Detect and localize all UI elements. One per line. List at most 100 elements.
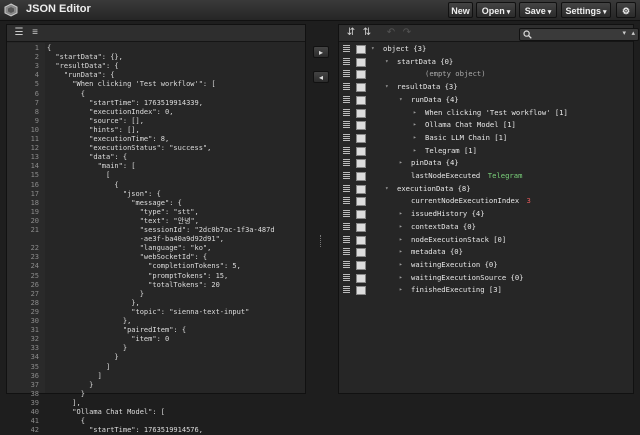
- drag-handle-icon[interactable]: [343, 57, 350, 66]
- collapsed-caret-icon[interactable]: ▸: [413, 107, 417, 119]
- collapsed-caret-icon[interactable]: ▸: [413, 132, 417, 144]
- redo-icon[interactable]: ↷: [401, 27, 413, 39]
- field-name[interactable]: Ollama Chat Model [1]: [425, 119, 516, 131]
- context-menu-icon[interactable]: [356, 159, 366, 169]
- context-menu-icon[interactable]: [356, 57, 366, 67]
- field-name[interactable]: runData {4}: [411, 94, 459, 106]
- field-name[interactable]: contextData {0}: [411, 221, 476, 233]
- field-name[interactable]: currentNodeExecutionIndex: [411, 195, 519, 207]
- expanded-caret-icon[interactable]: ▾: [385, 56, 389, 68]
- context-menu-icon[interactable]: [356, 222, 366, 232]
- tree-row[interactable]: currentNodeExecutionIndex 3: [339, 195, 633, 207]
- search-input[interactable]: ▾ ▴: [519, 28, 639, 41]
- context-menu-icon[interactable]: [356, 273, 366, 283]
- tree-row[interactable]: ▸ pinData {4}: [339, 157, 633, 169]
- tree-row[interactable]: ▸ Basic LLM Chain [1]: [339, 132, 633, 144]
- copy-to-code-button[interactable]: ◂: [313, 71, 329, 83]
- context-menu-icon[interactable]: [356, 210, 366, 220]
- tree-row[interactable]: ▸ metadata {0}: [339, 246, 633, 258]
- field-name[interactable]: waitingExecution {0}: [411, 259, 498, 271]
- search-next-icon[interactable]: ▴: [631, 29, 635, 37]
- tree-row[interactable]: ▸ nodeExecutionStack [0]: [339, 234, 633, 246]
- context-menu-icon[interactable]: [356, 248, 366, 258]
- field-name[interactable]: When clicking 'Test workflow' [1]: [425, 107, 568, 119]
- tree-row[interactable]: lastNodeExecuted Telegram: [339, 170, 633, 182]
- drag-handle-icon[interactable]: [343, 273, 350, 282]
- context-menu-icon[interactable]: [356, 108, 366, 118]
- tree-row[interactable]: ▸ When clicking 'Test workflow' [1]: [339, 107, 633, 119]
- context-menu-icon[interactable]: [356, 45, 366, 54]
- field-name[interactable]: lastNodeExecuted: [411, 170, 480, 182]
- collapse-all-icon[interactable]: ⇅: [361, 27, 373, 39]
- expand-all-icon[interactable]: ⇵: [345, 27, 357, 39]
- collapsed-caret-icon[interactable]: ▸: [413, 145, 417, 157]
- tree-row[interactable]: ▾ resultData {3}: [339, 81, 633, 93]
- collapsed-caret-icon[interactable]: ▸: [399, 284, 403, 296]
- context-menu-icon[interactable]: [356, 146, 366, 156]
- collapsed-caret-icon[interactable]: ▸: [399, 157, 403, 169]
- field-value[interactable]: 3: [527, 195, 531, 207]
- field-name[interactable]: object {3}: [383, 43, 426, 55]
- context-menu-icon[interactable]: [356, 133, 366, 143]
- drag-handle-icon[interactable]: [343, 45, 350, 53]
- tree-row[interactable]: ▾ executionData {8}: [339, 183, 633, 195]
- field-name[interactable]: metadata {0}: [411, 246, 463, 258]
- collapsed-caret-icon[interactable]: ▸: [399, 246, 403, 258]
- format-icon[interactable]: ☰: [13, 27, 25, 39]
- field-name[interactable]: issuedHistory {4}: [411, 208, 485, 220]
- tree-row[interactable]: (empty object): [339, 68, 633, 80]
- context-menu-icon[interactable]: [356, 184, 366, 194]
- context-menu-icon[interactable]: [356, 286, 366, 296]
- tree-row[interactable]: ▾ runData {4}: [339, 94, 633, 106]
- field-name[interactable]: resultData {3}: [397, 81, 458, 93]
- collapsed-caret-icon[interactable]: ▸: [413, 119, 417, 131]
- drag-handle-icon[interactable]: [343, 159, 350, 168]
- field-name[interactable]: waitingExecutionSource {0}: [411, 272, 524, 284]
- tree-row[interactable]: ▸ Telegram [1]: [339, 145, 633, 157]
- drag-handle-icon[interactable]: [343, 172, 350, 180]
- drag-handle-icon[interactable]: [343, 83, 350, 92]
- search-prev-icon[interactable]: ▾: [622, 29, 626, 37]
- tree-row[interactable]: ▸ waitingExecutionSource {0}: [339, 272, 633, 284]
- collapsed-caret-icon[interactable]: ▸: [399, 208, 403, 220]
- context-menu-icon[interactable]: [356, 83, 366, 93]
- field-name[interactable]: finishedExecuting [3]: [411, 284, 502, 296]
- drag-handle-icon[interactable]: [343, 197, 350, 206]
- field-name[interactable]: pinData {4}: [411, 157, 459, 169]
- drag-handle-icon[interactable]: [343, 108, 350, 117]
- drag-handle-icon[interactable]: [343, 260, 350, 269]
- expanded-caret-icon[interactable]: ▾: [385, 183, 389, 195]
- undo-icon[interactable]: ↶: [385, 27, 397, 39]
- drag-handle-icon[interactable]: [343, 210, 350, 219]
- collapsed-caret-icon[interactable]: ▸: [399, 234, 403, 246]
- copy-to-tree-button[interactable]: ▸: [313, 46, 329, 58]
- field-name[interactable]: startData {0}: [397, 56, 453, 68]
- collapsed-caret-icon[interactable]: ▸: [399, 272, 403, 284]
- context-menu-icon[interactable]: [356, 197, 366, 207]
- drag-handle-icon[interactable]: [343, 248, 350, 257]
- drag-handle-icon[interactable]: [343, 184, 350, 193]
- expanded-caret-icon[interactable]: ▾: [385, 81, 389, 93]
- tree-row[interactable]: ▾ startData {0}: [339, 56, 633, 68]
- field-name[interactable]: Basic LLM Chain [1]: [425, 132, 507, 144]
- tree-row[interactable]: ▸ waitingExecution {0}: [339, 259, 633, 271]
- drag-handle-icon[interactable]: [343, 235, 350, 244]
- context-menu-icon[interactable]: [356, 121, 366, 131]
- settings-button[interactable]: Settings ▾: [561, 2, 611, 18]
- gear-button[interactable]: ⚙: [616, 2, 636, 18]
- field-value[interactable]: (empty object): [425, 68, 486, 80]
- drag-handle-icon[interactable]: [343, 286, 350, 295]
- code-text-area[interactable]: { "startData": {}, "resultData": { "runD…: [47, 43, 305, 434]
- drag-handle-icon[interactable]: [343, 121, 350, 130]
- open-button[interactable]: Open ▾: [476, 2, 516, 18]
- drag-handle-icon[interactable]: [343, 70, 350, 79]
- tree-row[interactable]: ▾ object {3}: [339, 43, 633, 55]
- drag-handle-icon[interactable]: [343, 133, 350, 142]
- context-menu-icon[interactable]: [356, 260, 366, 270]
- panel-splitter[interactable]: [320, 235, 323, 247]
- collapsed-caret-icon[interactable]: ▸: [399, 221, 403, 233]
- drag-handle-icon[interactable]: [343, 95, 350, 104]
- context-menu-icon[interactable]: [356, 172, 366, 181]
- field-value[interactable]: Telegram: [488, 170, 523, 182]
- drag-handle-icon[interactable]: [343, 146, 350, 155]
